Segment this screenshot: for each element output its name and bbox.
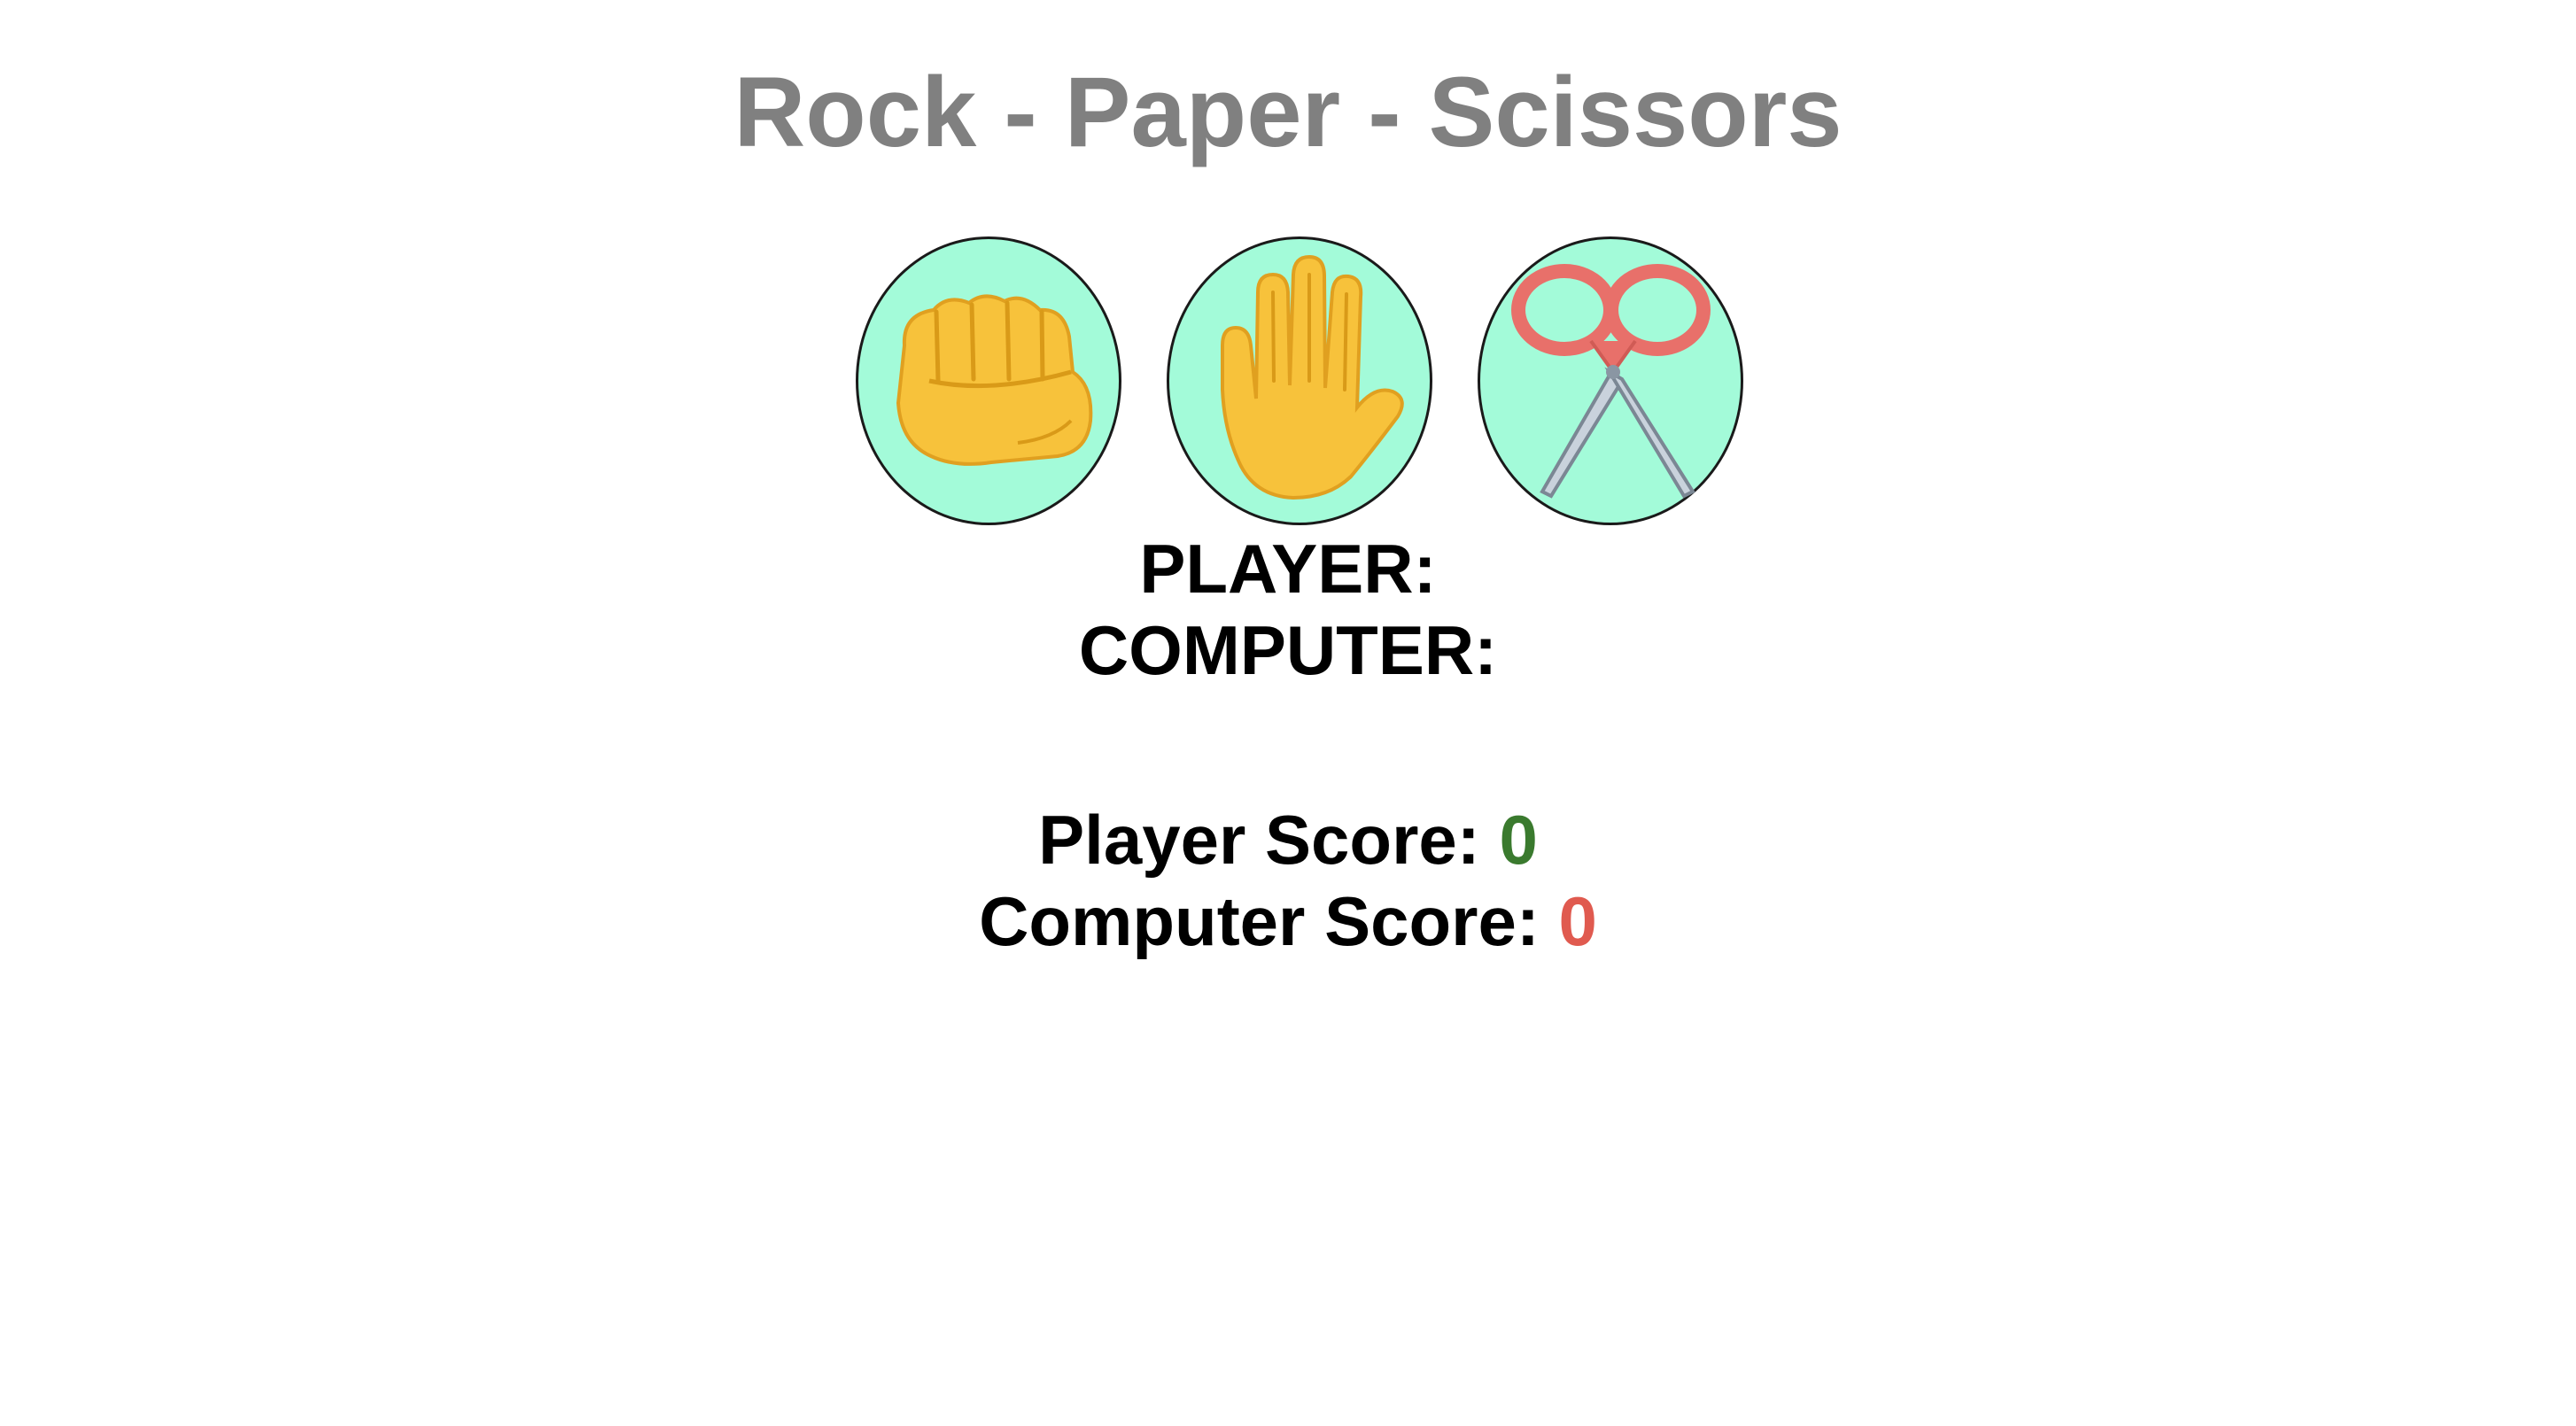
- rock-fist-icon: [896, 294, 1093, 466]
- rock-button[interactable]: [856, 236, 1121, 525]
- player-score-label: Player Score:: [1038, 801, 1500, 879]
- computer-score-label: Computer Score:: [979, 882, 1559, 960]
- player-choice-label: PLAYER:: [1139, 530, 1437, 608]
- computer-choice-line: COMPUTER:: [0, 609, 2576, 691]
- scissors-button[interactable]: [1478, 236, 1743, 525]
- player-score-line: Player Score: 0: [0, 799, 2576, 880]
- computer-score-line: Computer Score: 0: [0, 880, 2576, 962]
- player-choice-line: PLAYER:: [0, 528, 2576, 609]
- choice-buttons: [0, 236, 2576, 525]
- game-page: Rock - Paper - Scissors PLAYER: COMPUTER…: [0, 0, 2576, 1426]
- scissors-icon: [1511, 264, 1711, 499]
- page-title: Rock - Paper - Scissors: [733, 57, 1843, 167]
- player-score-value: 0: [1499, 801, 1538, 879]
- paper-button[interactable]: [1167, 236, 1432, 525]
- computer-score-value: 0: [1558, 882, 1597, 960]
- raised-hand-icon: [1221, 254, 1404, 500]
- computer-choice-label: COMPUTER:: [1078, 611, 1498, 689]
